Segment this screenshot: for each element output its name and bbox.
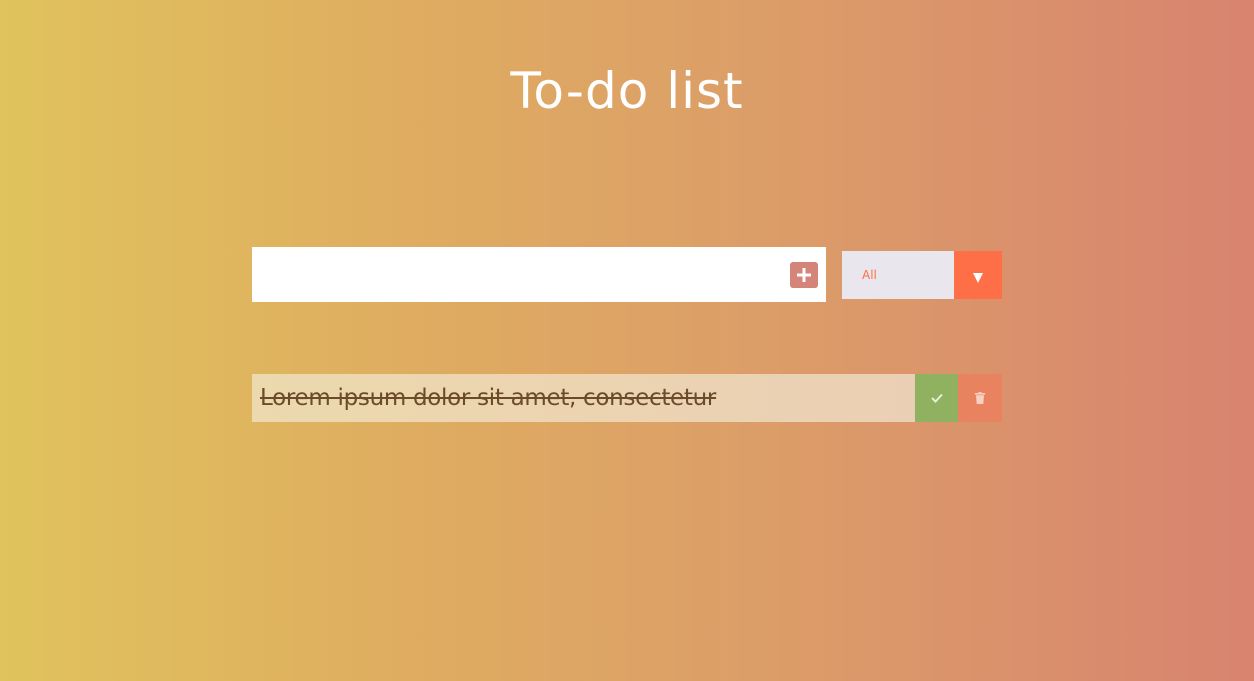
page-title: To-do list	[510, 62, 744, 120]
complete-todo-button[interactable]	[915, 374, 958, 422]
caret-down-icon	[973, 273, 983, 283]
filter-selected-value: All	[862, 268, 877, 282]
delete-todo-button[interactable]	[958, 374, 1002, 422]
check-icon	[930, 393, 943, 403]
todo-input[interactable]	[252, 247, 782, 302]
filter-select[interactable]: All	[842, 251, 1002, 299]
plus-icon	[797, 268, 811, 282]
trash-icon	[975, 392, 985, 404]
filter-dropdown-button[interactable]	[954, 251, 1002, 299]
todo-item-text: Lorem ipsum dolor sit amet, consectetur	[260, 385, 717, 411]
todo-form	[252, 247, 826, 302]
todo-item-body: Lorem ipsum dolor sit amet, consectetur	[252, 374, 915, 422]
todo-item: Lorem ipsum dolor sit amet, consectetur	[252, 374, 1002, 422]
add-todo-button[interactable]	[790, 262, 818, 288]
